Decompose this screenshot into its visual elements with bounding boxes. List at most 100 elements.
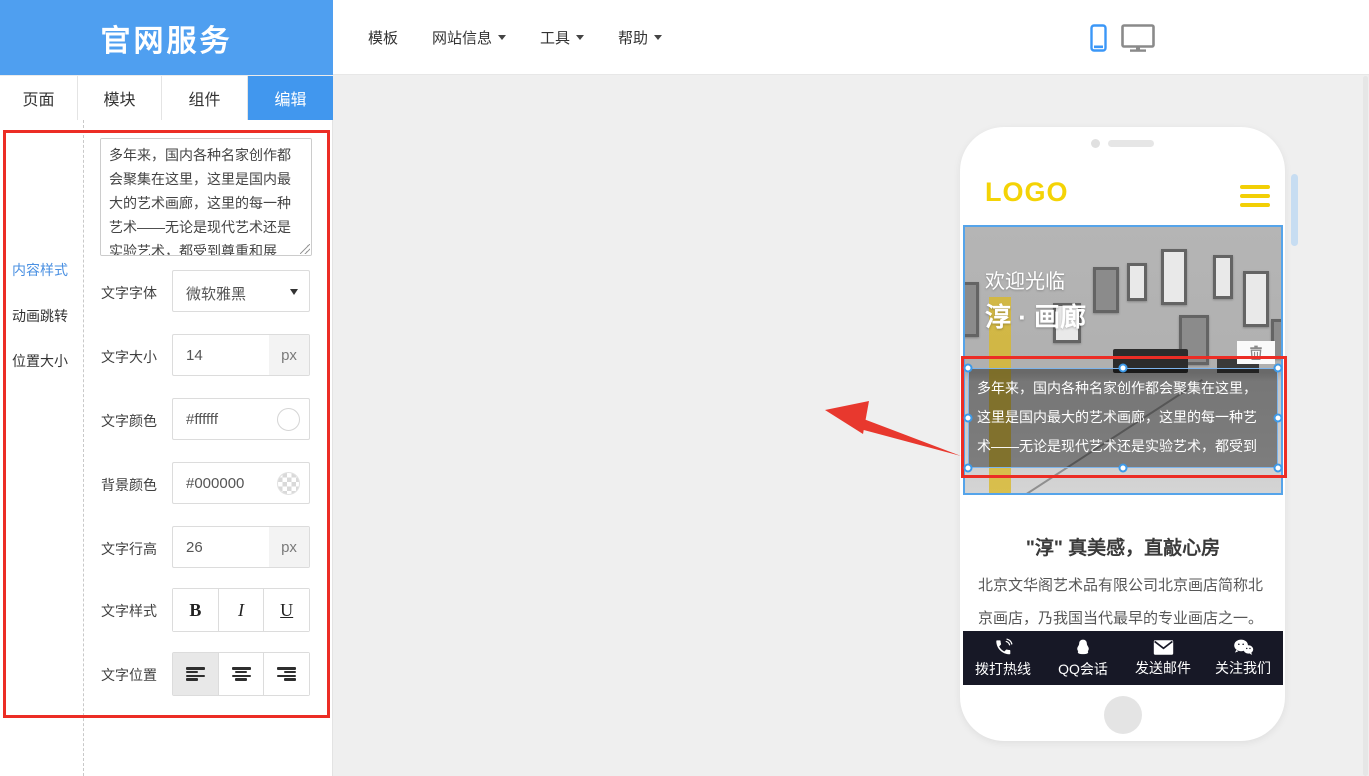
follow-us-label: 关注我们: [1215, 658, 1271, 678]
panel-nav-content-style[interactable]: 内容样式: [12, 260, 68, 280]
page-scrollbar[interactable]: [1363, 76, 1368, 776]
smartphone-icon[interactable]: [1090, 24, 1107, 52]
text-color-label: 文字颜色: [101, 411, 157, 431]
underline-button[interactable]: U: [264, 589, 309, 631]
gallery-frame: [1243, 271, 1269, 327]
banner-welcome-text: 欢迎光临: [985, 265, 1065, 294]
monitor-icon[interactable]: [1121, 24, 1155, 52]
bg-color-swatch[interactable]: [277, 472, 300, 495]
gallery-frame: [1093, 267, 1119, 313]
font-size-value: 14: [186, 347, 203, 364]
nav-tools-label: 工具: [540, 27, 570, 48]
panel-divider: [83, 120, 84, 776]
gallery-frame: [1213, 255, 1233, 299]
wechat-icon: [1233, 638, 1254, 656]
chevron-down-icon: [290, 289, 298, 299]
trash-icon: [1249, 345, 1263, 360]
nav-help-label: 帮助: [618, 27, 648, 48]
font-family-select[interactable]: 微软雅黑: [172, 270, 310, 312]
text-color-input[interactable]: #ffffff: [172, 398, 310, 440]
site-logo[interactable]: LOGO: [985, 177, 1069, 208]
send-mail-label: 发送邮件: [1135, 658, 1191, 678]
italic-button[interactable]: I: [219, 589, 265, 631]
follow-us-button[interactable]: 关注我们: [1203, 631, 1283, 685]
panel-nav-animation-jump[interactable]: 动画跳转: [12, 306, 68, 326]
tab-components[interactable]: 组件: [162, 76, 248, 120]
bg-color-label: 背景颜色: [101, 475, 157, 495]
phone-speaker-dot: [1091, 139, 1100, 148]
content-textarea-wrap: 多年来，国内各种名家创作都会聚集在这里，这里是国内最大的艺术画廊，这里的每一种艺…: [100, 138, 312, 256]
gallery-frame: [963, 282, 979, 337]
brand-header: 官网服务: [0, 0, 333, 75]
content-textarea[interactable]: 多年来，国内各种名家创作都会聚集在这里，这里是国内最大的艺术画廊，这里的每一种艺…: [100, 138, 312, 256]
selection-handle[interactable]: [964, 414, 973, 423]
font-size-input[interactable]: 14 px: [172, 334, 310, 376]
selection-handle[interactable]: [1274, 464, 1283, 473]
nav-help[interactable]: 帮助: [618, 27, 662, 48]
phone-mockup: LOGO 欢迎光临 淳 · 画廊: [960, 127, 1285, 741]
nav-template-label: 模板: [368, 27, 398, 48]
tab-edit[interactable]: 编辑: [248, 76, 333, 120]
banner-title-text: 淳 · 画廊: [985, 297, 1086, 334]
selection-handle[interactable]: [1119, 464, 1128, 473]
italic-label: I: [238, 600, 244, 621]
font-size-label: 文字大小: [101, 347, 157, 367]
selection-handle[interactable]: [1274, 414, 1283, 423]
font-size-unit: px: [269, 335, 309, 375]
hamburger-menu-icon[interactable]: [1240, 185, 1270, 207]
text-align-group: [172, 652, 310, 696]
delete-button[interactable]: [1237, 341, 1275, 364]
align-right-button[interactable]: [264, 653, 309, 695]
tab-modules[interactable]: 模块: [78, 76, 162, 120]
resize-handle-icon[interactable]: [300, 244, 310, 254]
overlay-paragraph: 多年来，国内各种名家创作都会聚集在这里，这里是国内最大的艺术画廊，这里的每一种艺…: [969, 369, 1277, 468]
nav-site-info-label: 网站信息: [432, 27, 492, 48]
chevron-down-icon: [498, 35, 506, 44]
mail-icon: [1153, 639, 1174, 656]
nav-tools[interactable]: 工具: [540, 27, 584, 48]
top-nav: 模板 网站信息 工具 帮助: [368, 0, 662, 75]
align-center-icon: [232, 667, 251, 681]
align-left-icon: [186, 667, 205, 681]
text-style-label: 文字样式: [101, 601, 157, 621]
phone-home-button[interactable]: [1104, 696, 1142, 734]
send-mail-button[interactable]: 发送邮件: [1123, 631, 1203, 685]
app-window: 模板 网站信息 工具 帮助 官网服务 页面 模块 组件 编辑 内容样式 动画跳转…: [0, 0, 1369, 776]
nav-template[interactable]: 模板: [368, 27, 398, 48]
phone-speaker-bar: [1108, 140, 1154, 147]
gallery-frame: [1161, 249, 1187, 305]
brand-title: 官网服务: [101, 16, 233, 60]
selected-text-block[interactable]: 多年来，国内各种名家创作都会聚集在这里，这里是国内最大的艺术画廊，这里的每一种艺…: [968, 368, 1278, 468]
selection-handle[interactable]: [1274, 364, 1283, 373]
text-color-value: #ffffff: [186, 411, 218, 428]
bold-label: B: [189, 600, 201, 621]
selection-handle[interactable]: [1119, 364, 1128, 373]
hotline-button[interactable]: 拨打热线: [963, 631, 1043, 685]
nav-site-info[interactable]: 网站信息: [432, 27, 506, 48]
qq-icon: [1074, 638, 1092, 657]
canvas-scrollbar[interactable]: [1291, 174, 1298, 246]
qq-chat-button[interactable]: QQ会话: [1043, 631, 1123, 685]
line-height-unit: px: [269, 527, 309, 567]
underline-label: U: [280, 600, 293, 621]
font-family-label: 文字字体: [101, 283, 157, 303]
bold-button[interactable]: B: [173, 589, 219, 631]
align-center-button[interactable]: [219, 653, 265, 695]
line-height-label: 文字行高: [101, 539, 157, 559]
line-height-input[interactable]: 26 px: [172, 526, 310, 568]
section-heading: "淳" 真美感，直敲心房: [963, 533, 1283, 560]
selection-handle[interactable]: [964, 364, 973, 373]
annotation-arrow: [823, 396, 963, 460]
panel-nav-position-size[interactable]: 位置大小: [12, 351, 68, 371]
section-paragraph: 北京文华阁艺术品有限公司北京画店简称北京画店，乃我国当代最早的专业画店之一。应艺…: [978, 569, 1270, 639]
phone-call-icon: [994, 638, 1013, 657]
tab-pages[interactable]: 页面: [0, 76, 78, 120]
font-family-value: 微软雅黑: [186, 283, 246, 304]
qq-chat-label: QQ会话: [1058, 659, 1108, 679]
hotline-label: 拨打热线: [975, 659, 1031, 679]
bg-color-input[interactable]: #000000: [172, 462, 310, 504]
gallery-frame: [1127, 263, 1147, 301]
selection-handle[interactable]: [964, 464, 973, 473]
align-left-button[interactable]: [173, 653, 219, 695]
text-color-swatch[interactable]: [277, 408, 300, 431]
